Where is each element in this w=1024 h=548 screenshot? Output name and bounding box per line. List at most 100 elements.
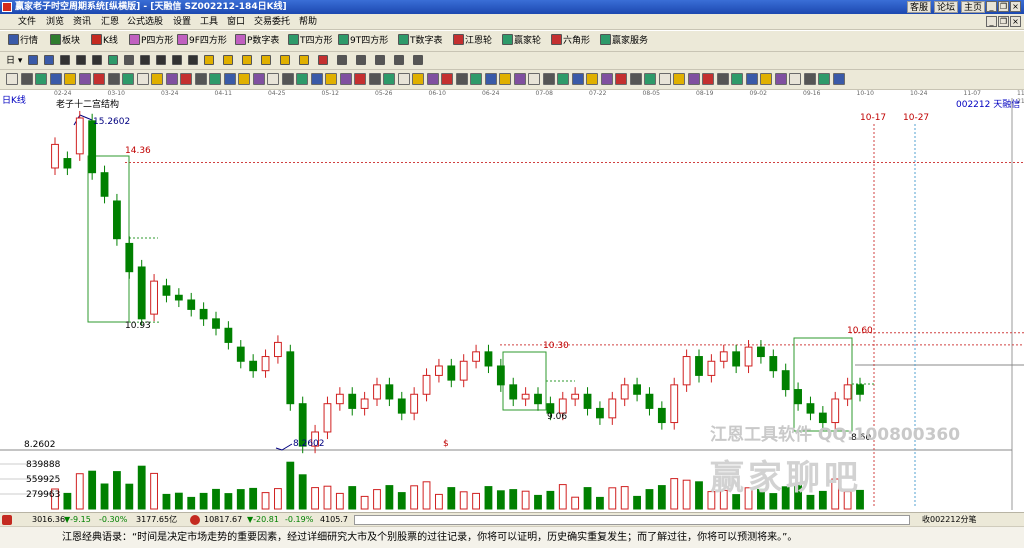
toolbar2-box-button[interactable] bbox=[356, 54, 367, 68]
draw-tool-icon[interactable] bbox=[252, 73, 265, 85]
draw-tool-icon[interactable] bbox=[731, 73, 743, 85]
toolbar-t-square-button[interactable]: T四方形 bbox=[288, 34, 333, 48]
toolbar2-box-button[interactable] bbox=[318, 54, 329, 68]
toolbar2-move-button[interactable] bbox=[92, 54, 103, 68]
toolbar2-grid-button[interactable] bbox=[124, 54, 135, 68]
restore-button[interactable]: ❐ bbox=[998, 1, 1009, 12]
toolbar-t-number-button[interactable]: T数字表 bbox=[398, 34, 443, 48]
menu-item-7[interactable]: 窗口 bbox=[227, 16, 245, 28]
draw-tool-icon[interactable] bbox=[6, 73, 18, 85]
toolbar-quote-button[interactable]: 行情 bbox=[8, 34, 38, 48]
link-support[interactable]: 客服 bbox=[907, 1, 932, 13]
draw-tool-icon[interactable] bbox=[528, 73, 540, 85]
toolbar2-diamond-button[interactable] bbox=[204, 54, 215, 68]
draw-tool-icon[interactable] bbox=[760, 73, 772, 85]
draw-tool-icon[interactable] bbox=[325, 73, 337, 85]
draw-tool-icon[interactable] bbox=[49, 73, 62, 85]
toolbar2-left-button[interactable] bbox=[60, 54, 71, 68]
draw-tool-icon[interactable] bbox=[93, 73, 105, 85]
draw-tool-icon[interactable] bbox=[557, 73, 569, 85]
menu-item-0[interactable]: 文件 bbox=[18, 16, 36, 28]
draw-tool-icon[interactable] bbox=[774, 73, 787, 85]
menu-item-3[interactable]: 汇恩 bbox=[101, 16, 119, 28]
draw-tool-icon[interactable] bbox=[441, 73, 453, 85]
draw-tool-icon[interactable] bbox=[513, 73, 526, 85]
menu-item-4[interactable]: 公式选股 bbox=[127, 16, 163, 28]
minimize-button[interactable]: _ bbox=[986, 1, 997, 12]
draw-tool-icon[interactable] bbox=[107, 73, 120, 85]
draw-tool-icon[interactable] bbox=[832, 73, 845, 85]
draw-tool-icon[interactable] bbox=[165, 73, 178, 85]
child-restore-button[interactable]: ❐ bbox=[998, 16, 1009, 27]
draw-tool-icon[interactable] bbox=[281, 73, 294, 85]
draw-tool-icon[interactable] bbox=[397, 73, 410, 85]
draw-tool-icon[interactable] bbox=[78, 73, 91, 85]
kline-chart[interactable]: 日K线 老子十二宫结构 002212 天融信 15.2602 14.36 10.… bbox=[0, 96, 1024, 510]
draw-tool-icon[interactable] bbox=[586, 73, 598, 85]
draw-tool-icon[interactable] bbox=[803, 73, 816, 85]
draw-tool-icon[interactable] bbox=[122, 73, 134, 85]
toolbar-9t-square-button[interactable]: 9T四方形 bbox=[338, 34, 388, 48]
draw-tool-icon[interactable] bbox=[426, 73, 439, 85]
draw-tool-icon[interactable] bbox=[687, 73, 700, 85]
draw-tool-icon[interactable] bbox=[296, 73, 308, 85]
menu-item-2[interactable]: 资讯 bbox=[73, 16, 91, 28]
toolbar2-end-button[interactable] bbox=[156, 54, 167, 68]
toolbar-gann-wheel-button[interactable]: 江恩轮 bbox=[453, 34, 492, 48]
draw-tool-icon[interactable] bbox=[470, 73, 482, 85]
toolbar2-period-select-button[interactable]: 日 ▾ bbox=[6, 54, 22, 68]
draw-tool-icon[interactable] bbox=[136, 73, 149, 85]
link-forum[interactable]: 论坛 bbox=[934, 1, 959, 13]
menu-item-6[interactable]: 工具 bbox=[200, 16, 218, 28]
draw-tool-icon[interactable] bbox=[615, 73, 627, 85]
menu-item-5[interactable]: 设置 bbox=[173, 16, 191, 28]
menu-item-8[interactable]: 交易委托 bbox=[254, 16, 290, 28]
toolbar2-prev-button[interactable] bbox=[172, 54, 183, 68]
draw-tool-icon[interactable] bbox=[484, 73, 497, 85]
draw-tool-icon[interactable] bbox=[354, 73, 366, 85]
toolbar2-refresh-button[interactable] bbox=[108, 54, 119, 68]
draw-tool-icon[interactable] bbox=[64, 73, 76, 85]
toolbar-winner-wheel-button[interactable]: 赢家轮 bbox=[502, 34, 541, 48]
toolbar-sector-button[interactable]: 板块 bbox=[50, 34, 80, 48]
draw-tool-icon[interactable] bbox=[542, 73, 555, 85]
draw-tool-icon[interactable] bbox=[571, 73, 584, 85]
draw-tool-icon[interactable] bbox=[339, 73, 352, 85]
draw-tool-icon[interactable] bbox=[499, 73, 511, 85]
toolbar2-diamond-button[interactable] bbox=[299, 54, 310, 68]
toolbar2-next-button[interactable] bbox=[188, 54, 199, 68]
draw-tool-icon[interactable] bbox=[702, 73, 714, 85]
draw-tool-icon[interactable] bbox=[194, 73, 207, 85]
draw-tool-icon[interactable] bbox=[20, 73, 33, 85]
child-close-button[interactable]: × bbox=[1010, 16, 1021, 27]
draw-tool-icon[interactable] bbox=[658, 73, 671, 85]
menu-item-9[interactable]: 帮助 bbox=[299, 16, 317, 28]
link-home[interactable]: 主页 bbox=[961, 1, 986, 13]
toolbar2-zoom-out-button[interactable] bbox=[44, 54, 55, 68]
draw-tool-icon[interactable] bbox=[600, 73, 613, 85]
draw-tool-icon[interactable] bbox=[716, 73, 729, 85]
draw-tool-icon[interactable] bbox=[644, 73, 656, 85]
draw-tool-icon[interactable] bbox=[673, 73, 685, 85]
draw-tool-icon[interactable] bbox=[745, 73, 758, 85]
tick-detail-label[interactable]: 收002212分笔 bbox=[922, 514, 977, 526]
draw-tool-icon[interactable] bbox=[267, 73, 279, 85]
draw-tool-icon[interactable] bbox=[383, 73, 395, 85]
toolbar2-box-button[interactable] bbox=[413, 54, 424, 68]
draw-tool-icon[interactable] bbox=[629, 73, 642, 85]
chart-canvas[interactable] bbox=[0, 98, 1024, 510]
toolbar2-diamond-button[interactable] bbox=[261, 54, 272, 68]
toolbar2-diamond-button[interactable] bbox=[242, 54, 253, 68]
draw-tool-icon[interactable] bbox=[151, 73, 163, 85]
toolbar2-diamond-button[interactable] bbox=[280, 54, 291, 68]
toolbar2-box-button[interactable] bbox=[394, 54, 405, 68]
draw-tool-icon[interactable] bbox=[818, 73, 830, 85]
toolbar2-box-button[interactable] bbox=[375, 54, 386, 68]
draw-tool-icon[interactable] bbox=[238, 73, 250, 85]
draw-tool-icon[interactable] bbox=[789, 73, 801, 85]
draw-tool-icon[interactable] bbox=[412, 73, 424, 85]
child-minimize-button[interactable]: _ bbox=[986, 16, 997, 27]
draw-tool-icon[interactable] bbox=[209, 73, 221, 85]
toolbar-9f-square-button[interactable]: 9F四方形 bbox=[177, 34, 227, 48]
draw-tool-icon[interactable] bbox=[223, 73, 236, 85]
